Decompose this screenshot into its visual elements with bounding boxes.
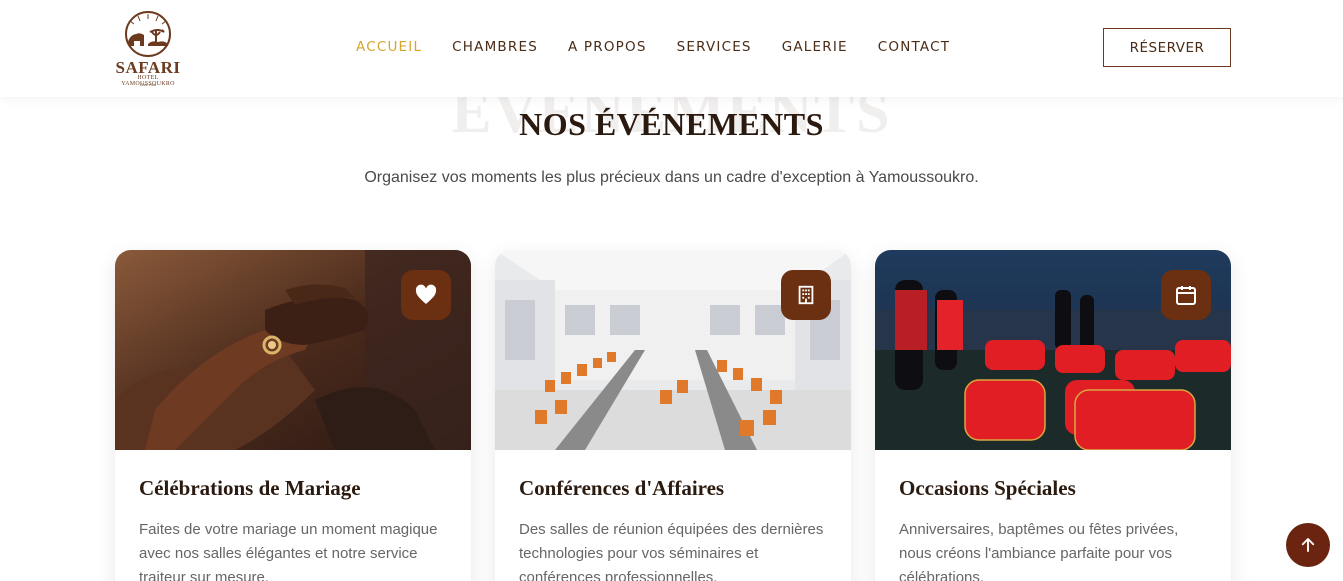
- event-card-conference[interactable]: Conférences d'Affaires Des salles de réu…: [495, 250, 851, 581]
- card-description: Faites de votre mariage un moment magiqu…: [139, 521, 438, 581]
- heart-icon: [415, 284, 437, 304]
- special-occasion-photo: [875, 250, 1231, 450]
- conference-room-photo: [495, 250, 851, 450]
- card-title: Célébrations de Mariage: [139, 476, 361, 500]
- nav-item-a-propos[interactable]: A PROPOS: [568, 39, 647, 55]
- wedding-photo: [115, 250, 471, 450]
- event-card-special[interactable]: Occasions Spéciales Anniversaires, baptê…: [875, 250, 1231, 581]
- nav-item-galerie[interactable]: GALERIE: [782, 39, 848, 55]
- card-title: Occasions Spéciales: [899, 476, 1076, 500]
- logo-tagline: Chez vous: [139, 82, 157, 87]
- card-description: Anniversaires, baptêmes ou fêtes privées…: [899, 521, 1179, 581]
- heart-badge: [401, 270, 451, 320]
- card-title: Conférences d'Affaires: [519, 476, 725, 500]
- section-title: NOS ÉVÉNEMENTS: [519, 106, 824, 142]
- event-card-wedding[interactable]: Célébrations de Mariage Faites de votre …: [115, 250, 471, 581]
- arrow-up-icon: [1301, 538, 1315, 552]
- building-icon: [798, 285, 814, 305]
- main-nav: ACCUEIL CHAMBRES A PROPOS SERVICES GALER…: [356, 39, 980, 55]
- nav-item-accueil[interactable]: ACCUEIL: [356, 39, 422, 55]
- card-description: Des salles de réunion équipées des derni…: [519, 521, 824, 581]
- calendar-badge: [1161, 270, 1211, 320]
- reserve-button[interactable]: RÉSERVER: [1103, 28, 1231, 67]
- logo-emblem-icon: [125, 11, 171, 57]
- scroll-to-top-button[interactable]: [1286, 523, 1330, 567]
- nav-item-contact[interactable]: CONTACT: [878, 39, 950, 55]
- hotel-logo[interactable]: SAFARI HOTEL YAMOUSSOUKRO Chez vous: [114, 8, 182, 87]
- site-header: SAFARI HOTEL YAMOUSSOUKRO Chez vous ACCU…: [0, 0, 1343, 97]
- building-badge: [781, 270, 831, 320]
- section-subtitle: Organisez vos moments les plus précieux …: [364, 169, 979, 186]
- nav-item-services[interactable]: SERVICES: [677, 39, 752, 55]
- nav-item-chambres[interactable]: CHAMBRES: [452, 39, 538, 55]
- calendar-icon: [1176, 286, 1196, 305]
